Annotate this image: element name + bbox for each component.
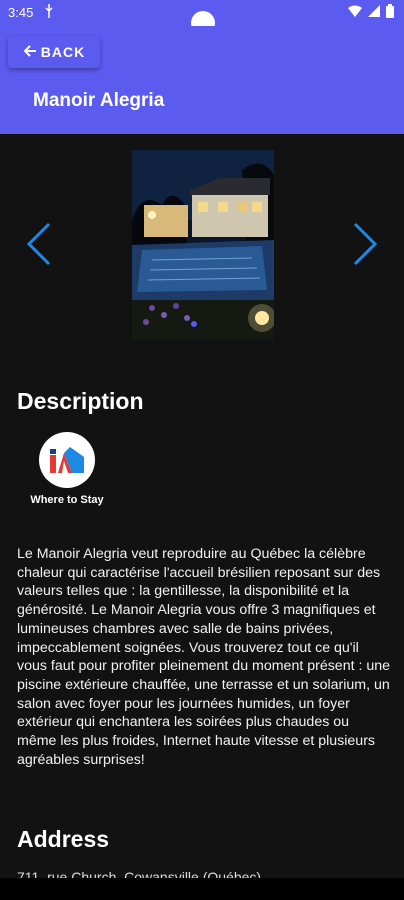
gallery-photo[interactable]: [132, 150, 274, 340]
chevron-left-icon: [26, 222, 52, 270]
status-time: 3:45: [8, 5, 34, 20]
gallery-prev-button[interactable]: [26, 222, 52, 271]
system-nav-bar: [0, 878, 404, 900]
photo-gallery: [0, 150, 404, 340]
address-heading: Address: [17, 826, 110, 852]
page-title: Manoir Alegria: [33, 90, 165, 111]
description-text: Le Manoir Alegria veut reproduire au Qué…: [17, 546, 391, 768]
wifi-icon: [348, 5, 362, 20]
chevron-right-icon: [352, 222, 378, 270]
where-to-stay-badge: Where to Stay: [17, 432, 117, 506]
signal-icon: [368, 5, 380, 20]
battery-icon: [386, 4, 394, 21]
description-heading: Description: [17, 388, 144, 414]
house-night-photo: [132, 150, 274, 340]
where-to-stay-logo: [39, 432, 95, 488]
app-header: BACK Manoir Alegria: [0, 26, 404, 134]
status-icons: [348, 4, 394, 21]
arrow-left-icon: [23, 44, 37, 61]
back-button[interactable]: BACK: [8, 36, 100, 68]
usb-icon: [44, 4, 54, 21]
gallery-next-button[interactable]: [352, 222, 378, 271]
where-to-stay-caption: Where to Stay: [30, 494, 104, 506]
back-button-label: BACK: [40, 44, 86, 60]
